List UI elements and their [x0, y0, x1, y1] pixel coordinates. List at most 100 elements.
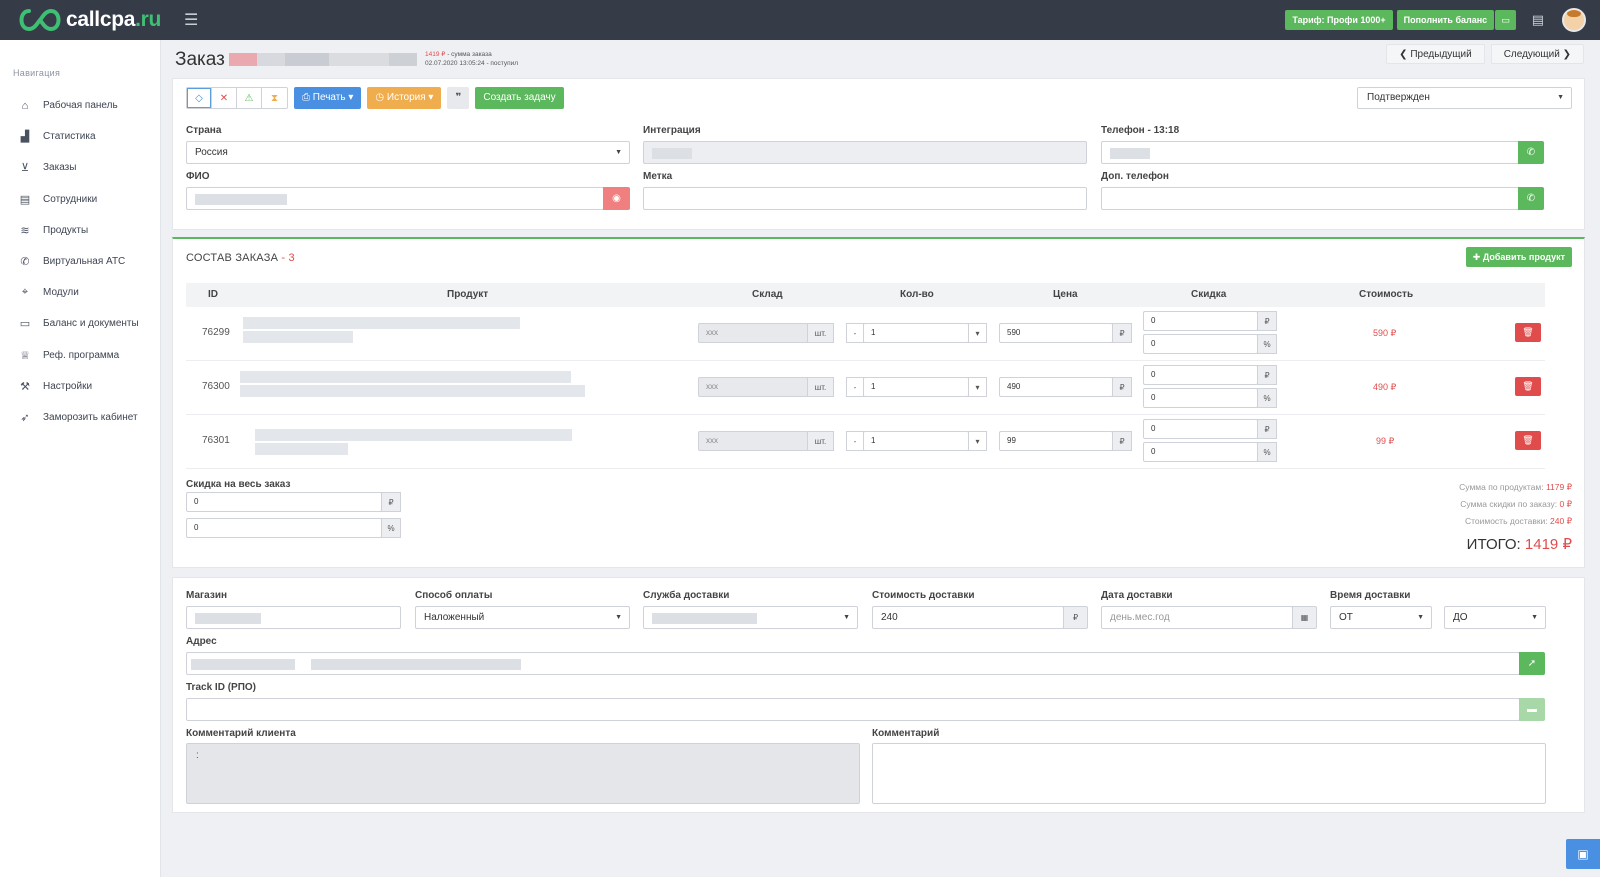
history-button[interactable]: ◷ История ▾: [367, 87, 442, 109]
tag-field[interactable]: [643, 187, 1087, 210]
sidebar-item-settings[interactable]: ⚒ Настройки: [0, 371, 160, 402]
currency-addon: ₽: [1257, 311, 1277, 331]
delivery-cost-input[interactable]: 240: [872, 606, 1064, 629]
redacted-text: [191, 659, 521, 670]
call-phone-icon[interactable]: ✆: [1518, 141, 1544, 164]
qty-input[interactable]: 1: [863, 377, 969, 397]
prev-order-button[interactable]: ❮ Предыдущий: [1386, 44, 1485, 64]
price-input[interactable]: 590: [999, 323, 1113, 343]
create-task-button[interactable]: Создать задачу: [475, 87, 564, 109]
chat-icon[interactable]: ▤: [1532, 12, 1544, 28]
sidebar-item-orders[interactable]: ⊻ Заказы: [0, 152, 160, 183]
payment-label: Способ оплаты: [415, 590, 493, 601]
payment-select[interactable]: Наложенный ▼: [415, 606, 630, 629]
close-icon[interactable]: ✕: [212, 88, 237, 108]
price-input[interactable]: 99: [999, 431, 1113, 451]
avatar[interactable]: [1562, 8, 1586, 32]
sidebar-item-statistics[interactable]: ▟ Статистика: [0, 121, 160, 152]
calendar-icon[interactable]: ▦: [1292, 606, 1317, 629]
time-from-select[interactable]: ОТ ▼: [1330, 606, 1432, 629]
tariff-button[interactable]: Тариф: Профи 1000+: [1285, 10, 1393, 30]
qty-input[interactable]: 1: [863, 431, 969, 451]
time-to-select[interactable]: ДО ▼: [1444, 606, 1546, 629]
qty-dropdown-icon[interactable]: ▾: [968, 323, 987, 343]
hourglass-icon[interactable]: ⧗: [262, 88, 287, 108]
qty-minus-button[interactable]: -: [846, 377, 864, 397]
currency-addon: ₽: [1112, 323, 1132, 343]
phone-icon: ✆: [20, 256, 30, 269]
sidebar-item-modules[interactable]: ⌖ Модули: [0, 277, 160, 308]
diamond-icon[interactable]: ◇: [187, 88, 212, 108]
redacted-text: [1110, 148, 1150, 159]
discount-rub-input[interactable]: 0: [1143, 311, 1258, 331]
discount-rub-input[interactable]: 0: [1143, 365, 1258, 385]
delivery-service-select[interactable]: ▼: [643, 606, 858, 629]
map-pin-icon[interactable]: ➚: [1519, 652, 1545, 675]
sidebar-item-products[interactable]: ≋ Продукты: [0, 215, 160, 246]
product-id: 76300: [202, 381, 230, 392]
price-input[interactable]: 490: [999, 377, 1113, 397]
shop-field[interactable]: [186, 606, 401, 629]
product-id: 76301: [202, 435, 230, 446]
order-discount-pct-input[interactable]: 0: [186, 518, 382, 538]
stock-field: ххх: [698, 377, 808, 397]
fio-field[interactable]: [186, 187, 604, 210]
menu-toggle-icon[interactable]: ☰: [184, 10, 198, 30]
address-field[interactable]: [186, 652, 1520, 675]
qty-minus-button[interactable]: -: [846, 431, 864, 451]
quote-button[interactable]: ❞: [447, 87, 470, 109]
currency-addon: ₽: [1257, 365, 1277, 385]
shop-label: Магазин: [186, 590, 228, 601]
qty-dropdown-icon[interactable]: ▾: [968, 377, 987, 397]
add-product-button[interactable]: ✚ Добавить продукт: [1465, 247, 1572, 267]
status-select[interactable]: Подтвержден ▼: [1357, 87, 1572, 109]
discount-pct-input[interactable]: 0: [1143, 388, 1258, 408]
sidebar-item-balance[interactable]: ▭ Баланс и документы: [0, 308, 160, 339]
comment-field[interactable]: [872, 743, 1546, 804]
unit-addon: шт.: [807, 323, 834, 343]
trash-icon[interactable]: 🗑: [1515, 377, 1541, 396]
id-card-icon: ▤: [19, 193, 31, 206]
delivery-date-input[interactable]: день.мес.год: [1101, 606, 1293, 629]
discount-pct-input[interactable]: 0: [1143, 442, 1258, 462]
top-up-balance-button[interactable]: Пополнить баланс: [1396, 10, 1495, 30]
discount-rub-input[interactable]: 0: [1143, 419, 1258, 439]
logo[interactable]: callcpa.ru: [16, 7, 164, 33]
country-select[interactable]: Россия ▼: [186, 141, 630, 164]
trash-icon[interactable]: 🗑: [1515, 323, 1541, 342]
product-name-redacted: [255, 443, 348, 455]
phone-field[interactable]: [1101, 141, 1519, 164]
client-comment-field: :: [186, 743, 860, 804]
warning-icon[interactable]: ⚠: [237, 88, 262, 108]
redacted-text: [652, 148, 692, 159]
top-bar: callcpa.ru ☰ Тариф: Профи 1000+ Пополнит…: [0, 0, 1600, 40]
row-cost: 99 ₽: [1376, 436, 1395, 446]
nav-title: Навигация: [13, 68, 61, 78]
trash-icon[interactable]: 🗑: [1515, 431, 1541, 450]
discount-pct-input[interactable]: 0: [1143, 334, 1258, 354]
message-icon[interactable]: ▬: [1519, 698, 1545, 721]
sidebar-item-dashboard[interactable]: ⌂ Рабочая панель: [0, 90, 160, 121]
wallet-icon[interactable]: ▭: [1495, 10, 1516, 30]
percent-addon: %: [1257, 334, 1277, 354]
extra-phone-field[interactable]: [1101, 187, 1519, 210]
chevron-down-icon: ▼: [615, 149, 622, 156]
sidebar-item-freeze[interactable]: ➶ Заморозить кабинет: [0, 402, 160, 433]
order-discount-label: Скидка на весь заказ: [186, 479, 291, 490]
eye-icon[interactable]: ◉: [603, 187, 630, 210]
qty-input[interactable]: 1: [863, 323, 969, 343]
order-discount-rub-input[interactable]: 0: [186, 492, 382, 512]
sidebar-item-referral[interactable]: ♕ Реф. программа: [0, 340, 160, 371]
print-button[interactable]: ⎙ Печать ▾: [294, 87, 362, 109]
col-stock: Склад: [752, 289, 783, 300]
next-order-button[interactable]: Следующий ❯: [1490, 44, 1584, 64]
sidebar-item-employees[interactable]: ▤ Сотрудники: [0, 184, 160, 215]
save-icon[interactable]: ▣: [1566, 839, 1600, 869]
qty-dropdown-icon[interactable]: ▾: [968, 431, 987, 451]
currency-addon: ₽: [381, 492, 401, 512]
folder-icon: ▭: [19, 318, 31, 331]
qty-minus-button[interactable]: -: [846, 323, 864, 343]
track-id-field[interactable]: [186, 698, 1520, 721]
call-extra-phone-icon[interactable]: ✆: [1518, 187, 1544, 210]
sidebar-item-virtual-pbx[interactable]: ✆ Виртуальная АТС: [0, 246, 160, 277]
